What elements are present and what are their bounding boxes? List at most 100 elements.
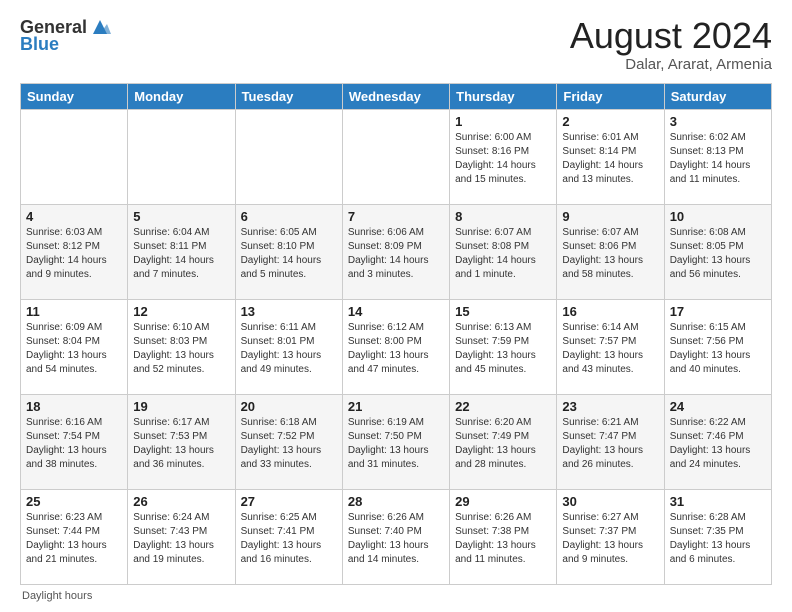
calendar-header-row: SundayMondayTuesdayWednesdayThursdayFrid… [21, 83, 772, 109]
calendar-cell: 26 Sunrise: 6:24 AM Sunset: 7:43 PM Dayli… [128, 489, 235, 584]
calendar-cell: 3 Sunrise: 6:02 AM Sunset: 8:13 PM Daylig… [664, 109, 771, 204]
calendar-cell: 19 Sunrise: 6:17 AM Sunset: 7:53 PM Dayli… [128, 394, 235, 489]
day-info: Sunrise: 6:01 AM Sunset: 8:14 PM Dayligh… [562, 131, 658, 187]
calendar-cell: 6 Sunrise: 6:05 AM Sunset: 8:10 PM Daylig… [235, 204, 342, 299]
calendar-cell: 17Sunrise: 6:15 AM Sunset: 7:56 PM Dayli… [664, 299, 771, 394]
day-number: 11 [26, 304, 122, 319]
day-number: 2 [562, 114, 658, 129]
day-info: Sunrise: 6:16 AM Sunset: 7:54 PM Dayligh… [26, 416, 122, 472]
day-number: 25 [26, 494, 122, 509]
day-number: 7 [348, 209, 444, 224]
day-number: 26 [133, 494, 229, 509]
calendar-cell: 1Sunrise: 6:00 AM Sunset: 8:16 PM Daylig… [450, 109, 557, 204]
calendar-cell: 14 Sunrise: 6:12 AM Sunset: 8:00 PM Dayli… [342, 299, 449, 394]
calendar-cell: 22Sunrise: 6:20 AM Sunset: 7:49 PM Dayli… [450, 394, 557, 489]
calendar-cell: 20Sunrise: 6:18 AM Sunset: 7:52 PM Dayli… [235, 394, 342, 489]
calendar-cell [342, 109, 449, 204]
day-info: Sunrise: 6:15 AM Sunset: 7:56 PM Dayligh… [670, 321, 766, 377]
logo: General Blue [20, 16, 111, 55]
day-info: Sunrise: 6:11 AM Sunset: 8:01 PM Dayligh… [241, 321, 337, 377]
day-number: 1 [455, 114, 551, 129]
calendar-cell: 15 Sunrise: 6:13 AM Sunset: 7:59 PM Dayli… [450, 299, 557, 394]
day-number: 5 [133, 209, 229, 224]
day-number: 27 [241, 494, 337, 509]
calendar-cell: 12Sunrise: 6:10 AM Sunset: 8:03 PM Dayli… [128, 299, 235, 394]
calendar-week-row: 18Sunrise: 6:16 AM Sunset: 7:54 PM Dayli… [21, 394, 772, 489]
calendar-week-row: 11 Sunrise: 6:09 AM Sunset: 8:04 PM Dayli… [21, 299, 772, 394]
day-number: 6 [241, 209, 337, 224]
day-info: Sunrise: 6:13 AM Sunset: 7:59 PM Dayligh… [455, 321, 551, 377]
day-info: Sunrise: 6:25 AM Sunset: 7:41 PM Dayligh… [241, 511, 337, 567]
day-info: Sunrise: 6:24 AM Sunset: 7:43 PM Dayligh… [133, 511, 229, 567]
footer-note: Daylight hours [20, 590, 772, 602]
day-info: Sunrise: 6:07 AM Sunset: 8:08 PM Dayligh… [455, 226, 551, 282]
main-title: August 2024 [570, 16, 772, 56]
day-number: 14 [348, 304, 444, 319]
day-info: Sunrise: 6:19 AM Sunset: 7:50 PM Dayligh… [348, 416, 444, 472]
calendar-cell: 16 Sunrise: 6:14 AM Sunset: 7:57 PM Dayli… [557, 299, 664, 394]
calendar-cell [128, 109, 235, 204]
day-number: 8 [455, 209, 551, 224]
day-info: Sunrise: 6:26 AM Sunset: 7:40 PM Dayligh… [348, 511, 444, 567]
day-info: Sunrise: 6:07 AM Sunset: 8:06 PM Dayligh… [562, 226, 658, 282]
day-info: Sunrise: 6:23 AM Sunset: 7:44 PM Dayligh… [26, 511, 122, 567]
logo-blue: Blue [20, 34, 59, 55]
day-number: 30 [562, 494, 658, 509]
calendar-week-row: 4 Sunrise: 6:03 AM Sunset: 8:12 PM Daylig… [21, 204, 772, 299]
header: General Blue August 2024 Dalar, Ararat, … [20, 16, 772, 73]
day-number: 19 [133, 399, 229, 414]
day-info: Sunrise: 6:06 AM Sunset: 8:09 PM Dayligh… [348, 226, 444, 282]
logo-icon [89, 16, 111, 38]
page: General Blue August 2024 Dalar, Ararat, … [0, 0, 792, 612]
day-of-week-header: Monday [128, 83, 235, 109]
calendar-cell: 8 Sunrise: 6:07 AM Sunset: 8:08 PM Daylig… [450, 204, 557, 299]
day-number: 15 [455, 304, 551, 319]
calendar-cell: 7 Sunrise: 6:06 AM Sunset: 8:09 PM Daylig… [342, 204, 449, 299]
calendar-cell: 25 Sunrise: 6:23 AM Sunset: 7:44 PM Dayli… [21, 489, 128, 584]
day-number: 24 [670, 399, 766, 414]
calendar-cell: 29Sunrise: 6:26 AM Sunset: 7:38 PM Dayli… [450, 489, 557, 584]
calendar-cell [235, 109, 342, 204]
day-number: 4 [26, 209, 122, 224]
calendar-cell: 13 Sunrise: 6:11 AM Sunset: 8:01 PM Dayli… [235, 299, 342, 394]
day-number: 13 [241, 304, 337, 319]
calendar-week-row: 25 Sunrise: 6:23 AM Sunset: 7:44 PM Dayli… [21, 489, 772, 584]
day-of-week-header: Sunday [21, 83, 128, 109]
day-number: 23 [562, 399, 658, 414]
day-info: Sunrise: 6:04 AM Sunset: 8:11 PM Dayligh… [133, 226, 229, 282]
day-info: Sunrise: 6:05 AM Sunset: 8:10 PM Dayligh… [241, 226, 337, 282]
day-of-week-header: Friday [557, 83, 664, 109]
day-info: Sunrise: 6:22 AM Sunset: 7:46 PM Dayligh… [670, 416, 766, 472]
day-info: Sunrise: 6:20 AM Sunset: 7:49 PM Dayligh… [455, 416, 551, 472]
day-number: 3 [670, 114, 766, 129]
day-number: 9 [562, 209, 658, 224]
day-number: 28 [348, 494, 444, 509]
day-info: Sunrise: 6:27 AM Sunset: 7:37 PM Dayligh… [562, 511, 658, 567]
day-number: 31 [670, 494, 766, 509]
day-info: Sunrise: 6:21 AM Sunset: 7:47 PM Dayligh… [562, 416, 658, 472]
calendar-cell: 10 Sunrise: 6:08 AM Sunset: 8:05 PM Dayli… [664, 204, 771, 299]
day-info: Sunrise: 6:09 AM Sunset: 8:04 PM Dayligh… [26, 321, 122, 377]
subtitle: Dalar, Ararat, Armenia [570, 56, 772, 73]
calendar-cell: 23 Sunrise: 6:21 AM Sunset: 7:47 PM Dayli… [557, 394, 664, 489]
day-number: 16 [562, 304, 658, 319]
day-of-week-header: Thursday [450, 83, 557, 109]
calendar-week-row: 1Sunrise: 6:00 AM Sunset: 8:16 PM Daylig… [21, 109, 772, 204]
day-info: Sunrise: 6:02 AM Sunset: 8:13 PM Dayligh… [670, 131, 766, 187]
day-number: 12 [133, 304, 229, 319]
calendar-table: SundayMondayTuesdayWednesdayThursdayFrid… [20, 83, 772, 585]
day-info: Sunrise: 6:08 AM Sunset: 8:05 PM Dayligh… [670, 226, 766, 282]
calendar-cell: 27 Sunrise: 6:25 AM Sunset: 7:41 PM Dayli… [235, 489, 342, 584]
title-section: August 2024 Dalar, Ararat, Armenia [570, 16, 772, 73]
day-of-week-header: Wednesday [342, 83, 449, 109]
day-of-week-header: Saturday [664, 83, 771, 109]
day-number: 10 [670, 209, 766, 224]
day-of-week-header: Tuesday [235, 83, 342, 109]
day-info: Sunrise: 6:03 AM Sunset: 8:12 PM Dayligh… [26, 226, 122, 282]
calendar-cell: 5 Sunrise: 6:04 AM Sunset: 8:11 PM Daylig… [128, 204, 235, 299]
day-info: Sunrise: 6:17 AM Sunset: 7:53 PM Dayligh… [133, 416, 229, 472]
day-info: Sunrise: 6:12 AM Sunset: 8:00 PM Dayligh… [348, 321, 444, 377]
day-info: Sunrise: 6:14 AM Sunset: 7:57 PM Dayligh… [562, 321, 658, 377]
day-info: Sunrise: 6:18 AM Sunset: 7:52 PM Dayligh… [241, 416, 337, 472]
calendar-cell: 4 Sunrise: 6:03 AM Sunset: 8:12 PM Daylig… [21, 204, 128, 299]
